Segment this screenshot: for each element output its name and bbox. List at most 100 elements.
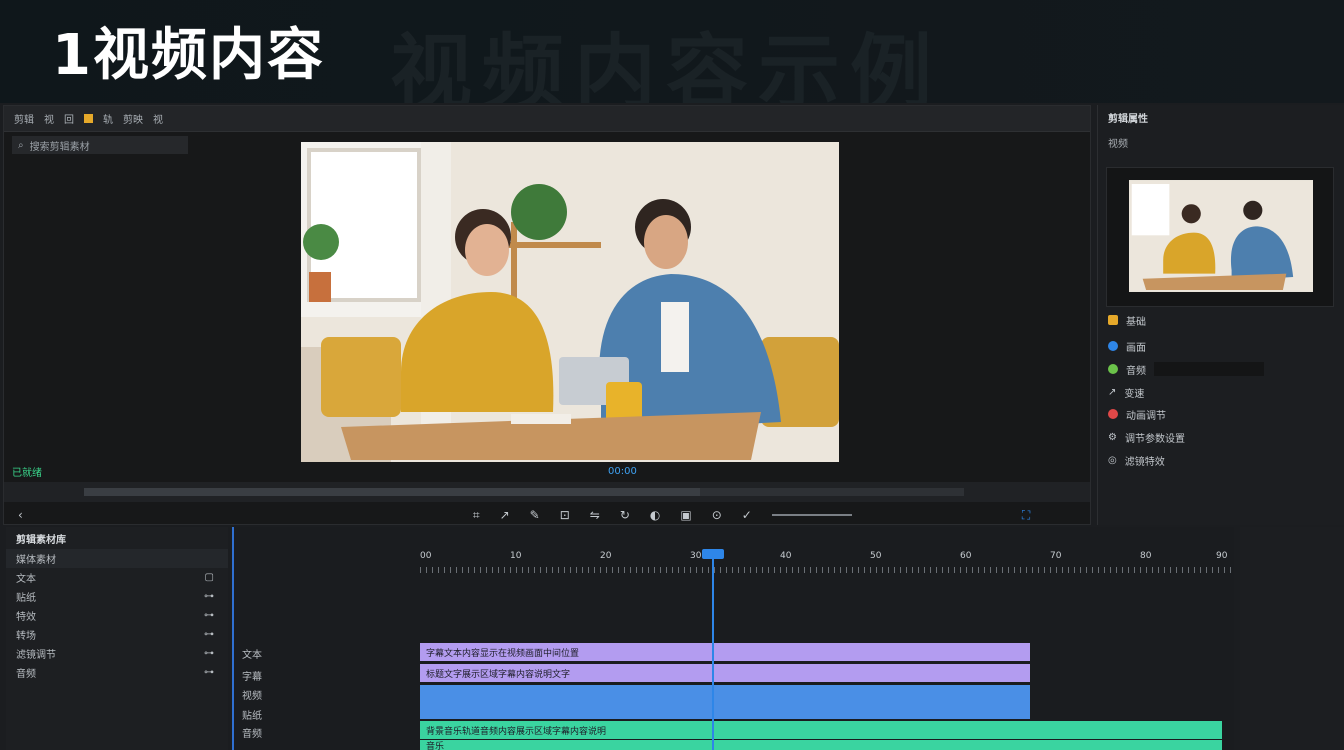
pen-icon[interactable]: ✎ <box>530 508 540 522</box>
text-clip[interactable]: 标题文字展示区域字幕内容说明文字 <box>420 664 1030 682</box>
link-icon: ⊶ <box>204 667 214 678</box>
zoom-slider[interactable] <box>771 514 852 516</box>
link-icon: ⊶ <box>204 629 214 640</box>
track-label: 文本 <box>242 649 262 661</box>
speed-icon: ↗ <box>1108 386 1117 398</box>
track-header[interactable]: 文本 <box>242 644 412 662</box>
ruler-label: 90 <box>1216 551 1228 561</box>
ruler-label: 80 <box>1140 551 1152 561</box>
toggle-icon: ▢ <box>204 572 214 583</box>
library-title: 剪辑素材库 <box>16 534 66 546</box>
prop-picture[interactable]: 画面 <box>1108 337 1146 355</box>
inspector-subtitle: 视频 <box>1108 139 1128 150</box>
mirror-icon[interactable]: ⇋ <box>590 508 600 522</box>
playback-controls: ‹ ⌗ ↗ ✎ ⊡ ⇋ ↻ ◐ ▣ ⊙ ✓ ⛶ <box>4 504 1090 526</box>
inspector-panel: 剪辑属性 视频 基础 画面 音频 ↗ 变速 动画调节 ⚙ 调节参数设置 ◎ 滤镜… <box>1097 105 1344 525</box>
arrow-icon[interactable]: ↗ <box>500 508 510 522</box>
ruler-label: 60 <box>960 551 972 561</box>
library-item[interactable]: 滤镜调节 ⊶ <box>6 644 228 663</box>
prop-basic[interactable]: 基础 <box>1108 311 1146 329</box>
library-label: 转场 <box>16 631 36 642</box>
library-label: 文本 <box>16 574 36 585</box>
prop-filter[interactable]: ◎ 滤镜特效 <box>1108 451 1165 469</box>
library-item[interactable]: 音频 ⊶ <box>6 663 228 682</box>
search-label: 搜索剪辑素材 <box>29 141 90 153</box>
ruler-label: 20 <box>600 551 612 561</box>
banner-title: 1视频内容 <box>52 23 325 88</box>
library-item[interactable]: 贴纸 ⊶ <box>6 587 228 606</box>
prop-speed[interactable]: ↗ 变速 <box>1108 383 1144 401</box>
track-label: 贴纸 <box>242 710 262 722</box>
lock-icon[interactable]: ▣ <box>680 508 691 522</box>
library-item[interactable]: 特效 ⊶ <box>6 606 228 625</box>
toolbar-item[interactable]: 回 <box>64 111 74 126</box>
ruler-label: 70 <box>1050 551 1062 561</box>
crop-icon[interactable]: ⊡ <box>560 508 570 522</box>
library-label: 贴纸 <box>16 593 36 604</box>
track-header[interactable]: 音频 <box>242 723 412 741</box>
ruler-label: 40 <box>780 551 792 561</box>
toolbar-item[interactable]: 剪辑 <box>14 111 34 126</box>
mask-icon[interactable]: ◐ <box>650 508 660 522</box>
prop-animation[interactable]: 动画调节 <box>1108 405 1166 423</box>
library-label: 音频 <box>16 669 36 680</box>
viewer-status-bar: 已就绪 00:00 <box>4 462 1090 480</box>
track-label: 字幕 <box>242 671 262 683</box>
prop-audio[interactable]: 音频 <box>1108 360 1264 378</box>
toolbar-item[interactable]: 视 <box>44 111 54 126</box>
library-item[interactable]: 媒体素材 <box>6 549 228 568</box>
color-swatch-icon[interactable] <box>84 114 93 123</box>
link-icon: ⊶ <box>204 591 214 602</box>
audio-clip[interactable]: 背景音乐轨道音频内容展示区域字幕内容说明 <box>420 721 1222 739</box>
audio-clip[interactable]: 音乐 <box>420 740 1222 750</box>
ruler-label: 10 <box>510 551 522 561</box>
ruler-ticks <box>420 567 1232 573</box>
fullscreen-icon[interactable]: ⛶ <box>1022 508 1030 523</box>
prop-label: 滤镜特效 <box>1124 456 1165 468</box>
toolbar-item[interactable]: 视 <box>153 111 163 126</box>
prop-label: 音频 <box>1126 365 1146 377</box>
track-label: 视频 <box>242 690 262 702</box>
search-box[interactable]: ⌕ 搜索剪辑素材 <box>12 136 188 154</box>
check-icon[interactable]: ✓ <box>742 508 752 522</box>
split-icon[interactable]: ⌗ <box>473 508 480 523</box>
editor-app: 剪辑 视 回 轨 剪映 视 ⌕ 搜索剪辑素材 已就绪 00:00 ‹ ⌗ ↗ ✎… <box>0 103 1344 750</box>
audio-field[interactable] <box>1154 362 1264 376</box>
video-clip[interactable] <box>420 685 1030 719</box>
banner: 视频内容示例 1视频内容 <box>0 0 1344 103</box>
track-header[interactable]: 视频 <box>242 685 412 703</box>
timecode: 00:00 <box>608 465 637 477</box>
link-icon: ⊶ <box>204 610 214 621</box>
video-preview[interactable] <box>301 142 839 462</box>
track-label: 音频 <box>242 728 262 740</box>
viewer-panel: 剪辑 视 回 轨 剪映 视 ⌕ 搜索剪辑素材 已就绪 00:00 ‹ ⌗ ↗ ✎… <box>3 105 1091 525</box>
library-item[interactable]: 文本 ▢ <box>6 568 228 587</box>
toolbar-item[interactable]: 轨 <box>103 111 113 126</box>
target-icon[interactable]: ⊙ <box>712 508 722 522</box>
timeline-panel[interactable]: 00 10 20 30 40 50 60 70 80 90 文本 字幕 视频 贴… <box>232 527 1234 750</box>
scrub-bar[interactable] <box>4 482 1090 502</box>
preview-image <box>301 142 839 462</box>
ruler-label: 30 <box>690 551 702 561</box>
thumbnail-image <box>1129 180 1313 292</box>
link-icon: ⊶ <box>204 648 214 659</box>
rotate-icon[interactable]: ↻ <box>620 508 630 522</box>
track-header[interactable]: 贴纸 <box>242 705 412 723</box>
library-item[interactable]: 转场 ⊶ <box>6 625 228 644</box>
track-header[interactable]: 字幕 <box>242 666 412 684</box>
back-icon[interactable]: ‹ <box>18 508 23 522</box>
library-label: 滤镜调节 <box>16 650 56 661</box>
toolbar-item[interactable]: 剪映 <box>123 111 143 126</box>
clip-thumbnail[interactable] <box>1106 167 1334 307</box>
adjust-icon: ⚙ <box>1108 431 1117 443</box>
playhead[interactable] <box>702 549 724 750</box>
text-clip[interactable]: 字幕文本内容显示在视频画面中间位置 <box>420 643 1030 661</box>
prop-adjust[interactable]: ⚙ 调节参数设置 <box>1108 428 1185 446</box>
filter-icon: ◎ <box>1108 454 1117 466</box>
prop-label: 动画调节 <box>1126 410 1166 422</box>
ruler-label: 00 <box>420 551 432 561</box>
playhead-handle[interactable] <box>702 549 724 559</box>
banner-watermark: 视频内容示例 <box>390 26 943 103</box>
audio-icon <box>1108 364 1118 374</box>
ruler-label: 50 <box>870 551 882 561</box>
